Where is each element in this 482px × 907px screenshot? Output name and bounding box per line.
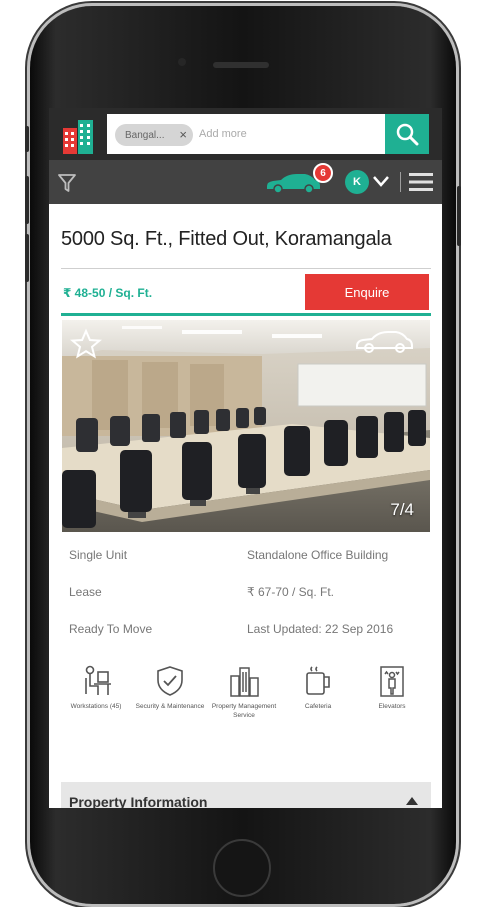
shield-check-icon (157, 666, 183, 696)
volume-up-button (25, 176, 29, 224)
chip-close-icon[interactable]: × (179, 127, 187, 143)
location-chip-label: Bangal... (125, 129, 165, 141)
earpiece (213, 62, 269, 68)
amenity-workstations: Workstations (45) (59, 664, 133, 711)
amenity-elevators: Elevators (355, 664, 429, 711)
detail-row: Lease ₹ 67-70 / Sq. Ft. (69, 585, 429, 622)
amenity-cafeteria: Cafeteria (281, 664, 355, 711)
detail-row: Single Unit Standalone Office Building (69, 548, 429, 585)
section-title: Property Information (69, 794, 208, 808)
listing-title: 5000 Sq. Ft., Fitted Out, Koramangala (61, 228, 392, 250)
amenity-label: Workstations (45) (70, 703, 122, 710)
star-icon[interactable] (70, 328, 102, 360)
notification-badge[interactable]: 6 (313, 163, 333, 183)
app-logo-icon[interactable] (61, 118, 95, 154)
amenities-list: Workstations (45) Security & Maintenance… (59, 664, 431, 754)
location-chip[interactable]: Bangal... × (115, 124, 193, 146)
power-button (457, 186, 461, 246)
divider (400, 172, 401, 192)
amenity-label: Cafeteria (304, 703, 332, 710)
front-camera (178, 58, 186, 66)
enquire-button[interactable]: Enquire (305, 274, 429, 310)
divider (61, 268, 431, 269)
hamburger-menu-icon[interactable] (409, 172, 433, 192)
volume-down-button (25, 234, 29, 282)
action-bar: 6 K (49, 160, 442, 204)
detail-left: Lease (69, 585, 102, 599)
workstation-icon (85, 665, 111, 695)
amenity-label: Property Management Service (211, 703, 277, 719)
buildings-icon (230, 667, 259, 697)
avatar[interactable]: K (345, 170, 369, 194)
amenity-label: Security & Maintenance (135, 703, 205, 710)
detail-row: Ready To Move Last Updated: 22 Sep 2016 (69, 622, 429, 659)
search-icon (396, 123, 419, 146)
amenity-property-management: Property Management Service (207, 664, 281, 720)
detail-left: Single Unit (69, 548, 128, 562)
chevron-up-icon[interactable] (405, 796, 419, 806)
listing-photo[interactable]: 7/4 (62, 320, 430, 532)
listing-details: Single Unit Standalone Office Building L… (69, 548, 429, 659)
search-button[interactable] (385, 114, 429, 154)
elevator-icon (380, 666, 404, 697)
photo-counter: 7/4 (390, 500, 414, 519)
chevron-down-icon[interactable] (372, 174, 390, 188)
cup-icon (306, 666, 330, 695)
detail-left: Ready To Move (69, 622, 153, 636)
amenity-label: Elevators (378, 703, 406, 710)
car-outline-icon[interactable] (354, 328, 414, 354)
listing-price: ₹ 48-50 / Sq. Ft. (63, 286, 153, 300)
filter-icon[interactable] (57, 172, 77, 194)
accent-divider (61, 313, 431, 316)
detail-right: Last Updated: 22 Sep 2016 (247, 622, 394, 636)
detail-right: Standalone Office Building (247, 548, 389, 562)
detail-right: ₹ 67-70 / Sq. Ft. (247, 585, 335, 599)
search-input[interactable] (199, 123, 379, 145)
top-search-bar: Bangal... × (49, 108, 442, 160)
search-box[interactable]: Bangal... × (107, 114, 385, 154)
property-information-section[interactable]: Property Information (61, 782, 431, 808)
amenity-security: Security & Maintenance (133, 664, 207, 711)
home-button[interactable] (213, 839, 271, 897)
phone-screen: Bangal... × 6 K (49, 108, 442, 808)
mute-switch (25, 126, 29, 152)
